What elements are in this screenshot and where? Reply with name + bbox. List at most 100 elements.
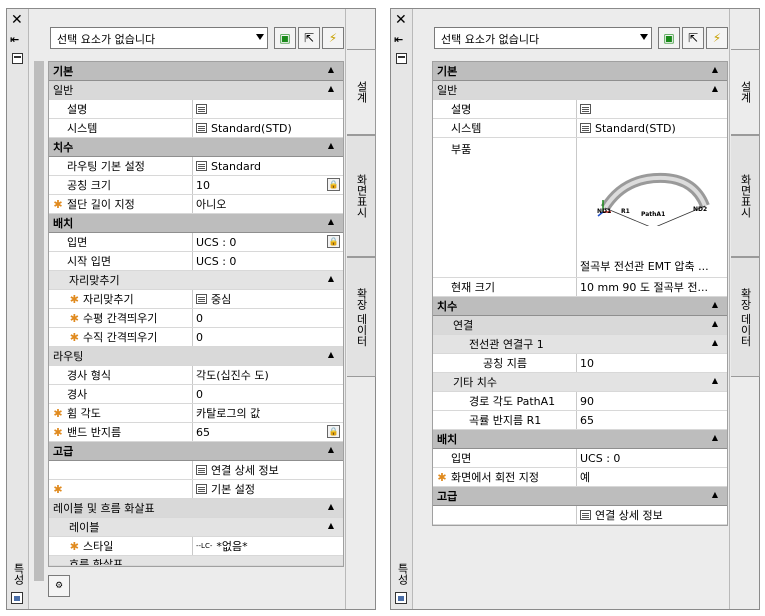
property-value[interactable]: 0 — [193, 331, 343, 344]
property-value[interactable]: Standard — [193, 160, 343, 173]
tab-design[interactable]: 설계 — [731, 49, 760, 135]
property-row[interactable]: 시스템 Standard(STD) — [433, 119, 727, 138]
property-row[interactable]: ✱ 수직 간격띄우기 0 — [49, 328, 343, 347]
category-placement[interactable]: 배치 ▲ — [49, 214, 343, 233]
property-value[interactable]: 10 — [193, 179, 343, 192]
tab-design[interactable]: 설계 — [347, 49, 376, 135]
select-objects-button[interactable]: ▣ — [658, 27, 680, 49]
palette-titlebar[interactable]: ✕ ⇤ 특성 — [391, 9, 413, 609]
pick-button[interactable]: ⇱ — [298, 27, 320, 49]
property-row[interactable]: ✱ 수평 간격띄우기 0 — [49, 309, 343, 328]
property-row[interactable]: ✱ 스타일 --LC- *없음* — [49, 537, 343, 556]
property-value[interactable]: 중심 — [193, 291, 343, 307]
collapse-icon[interactable]: ▲ — [712, 376, 718, 385]
property-row[interactable]: 입면 UCS : 0 🔒 — [49, 233, 343, 252]
property-value[interactable]: Standard(STD) — [193, 122, 343, 135]
property-row[interactable]: 연결 상세 정보 — [433, 506, 727, 525]
subcategory-labels-flow[interactable]: 레이블 및 흐름 화살표 ▲ — [49, 499, 343, 518]
property-value[interactable]: 아니오 — [193, 196, 343, 212]
property-row[interactable]: ✱ 절단 길이 지정 아니오 — [49, 195, 343, 214]
property-row[interactable]: 공칭 지름 10 — [433, 354, 727, 373]
collapse-icon[interactable]: ▲ — [712, 300, 718, 309]
category-basic[interactable]: 기본 ▲ — [433, 62, 727, 81]
collapse-icon[interactable]: ▲ — [328, 350, 334, 359]
subcategory-justify[interactable]: 자리맞추기 ▲ — [49, 271, 343, 290]
close-icon[interactable]: ✕ — [11, 13, 23, 27]
tab-display[interactable]: 화면표시 — [731, 135, 760, 257]
property-value[interactable]: 각도(십진수 도) — [193, 367, 343, 383]
subcategory-labels[interactable]: 레이블 ▲ — [49, 518, 343, 537]
property-row[interactable]: 설명 — [49, 100, 343, 119]
collapse-icon[interactable]: ▲ — [328, 274, 334, 283]
property-row[interactable]: ✱ 화면에서 회전 지정 예 — [433, 468, 727, 487]
property-value[interactable]: 연결 상세 정보 — [577, 507, 727, 523]
table-icon[interactable] — [196, 104, 207, 114]
part-preview-row[interactable]: 부품 ND1 R1 PathA1 ND2 절곡부 전선관 EMT 압축 ... — [433, 138, 727, 278]
subcategory-routing[interactable]: 라우팅 ▲ — [49, 347, 343, 366]
collapse-icon[interactable]: ▲ — [328, 65, 334, 74]
property-value[interactable]: 10 — [577, 357, 727, 370]
menu-icon[interactable] — [396, 53, 407, 64]
property-value[interactable]: 예 — [577, 469, 727, 485]
property-row[interactable]: 공칭 크기 10 🔒 — [49, 176, 343, 195]
property-value[interactable]: 0 — [193, 388, 343, 401]
subcategory-general[interactable]: 일반 ▲ — [49, 81, 343, 100]
property-row[interactable]: ✱ 휨 각도 카탈로그의 값 — [49, 404, 343, 423]
table-icon[interactable] — [196, 484, 207, 494]
subcategory-connection[interactable]: 연결 ▲ — [433, 316, 727, 335]
collapse-icon[interactable]: ▲ — [328, 141, 334, 150]
close-icon[interactable]: ✕ — [395, 13, 407, 27]
menu-icon[interactable] — [12, 53, 23, 64]
category-basic[interactable]: 기본 ▲ — [49, 62, 343, 81]
property-row[interactable]: 연결 상세 정보 — [49, 461, 343, 480]
property-row[interactable]: 입면 UCS : 0 — [433, 449, 727, 468]
table-icon[interactable] — [580, 104, 591, 114]
pick-button[interactable]: ⇱ — [682, 27, 704, 49]
property-row[interactable]: 경사 0 — [49, 385, 343, 404]
collapse-icon[interactable]: ▲ — [712, 490, 718, 499]
lock-icon[interactable]: 🔒 — [327, 235, 340, 248]
tab-extended-data[interactable]: 확장 데이터 — [347, 257, 376, 377]
subcategory-other-dims[interactable]: 기타 치수 ▲ — [433, 373, 727, 392]
collapse-icon[interactable]: ▲ — [328, 84, 334, 93]
palette-titlebar[interactable]: ✕ ⇤ 특성 — [7, 9, 29, 609]
dock-icon[interactable]: ⇤ — [394, 33, 403, 46]
collapse-icon[interactable]: ▲ — [712, 65, 718, 74]
property-value[interactable]: 연결 상세 정보 — [193, 462, 343, 478]
quick-select-button[interactable]: ⚡ — [706, 27, 728, 49]
collapse-icon[interactable]: ▲ — [712, 338, 718, 347]
table-icon[interactable] — [580, 510, 591, 520]
lock-icon[interactable]: 🔒 — [327, 178, 340, 191]
property-row[interactable]: 설명 — [433, 100, 727, 119]
property-value[interactable]: Standard(STD) — [577, 122, 727, 135]
property-value[interactable]: 65 — [577, 414, 727, 427]
property-value[interactable]: 10 mm 90 도 절곡부 전... — [577, 279, 727, 295]
collapse-icon[interactable]: ▲ — [328, 445, 334, 454]
tab-display[interactable]: 화면표시 — [347, 135, 376, 257]
quick-select-button[interactable]: ⚡ — [322, 27, 344, 49]
collapse-icon[interactable]: ▲ — [328, 217, 334, 226]
property-row[interactable]: 시스템 Standard(STD) — [49, 119, 343, 138]
property-value[interactable] — [193, 104, 343, 114]
property-value[interactable]: --LC- *없음* — [193, 538, 343, 554]
lock-icon[interactable]: 🔒 — [327, 425, 340, 438]
property-row[interactable]: 경사 형식 각도(십진수 도) — [49, 366, 343, 385]
category-dimensions[interactable]: 치수 ▲ — [49, 138, 343, 157]
property-value[interactable]: UCS : 0 — [193, 236, 343, 249]
property-row[interactable]: 경로 각도 PathA1 90 — [433, 392, 727, 411]
collapse-icon[interactable]: ▲ — [712, 84, 718, 93]
property-value[interactable]: UCS : 0 — [193, 255, 343, 268]
property-row[interactable]: ✱ 밴드 반지름 65 🔒 — [49, 423, 343, 442]
tab-extended-data[interactable]: 확장 데이터 — [731, 257, 760, 377]
subcategory-general[interactable]: 일반 ▲ — [433, 81, 727, 100]
category-advanced[interactable]: 고급 ▲ — [433, 487, 727, 506]
table-icon[interactable] — [196, 465, 207, 475]
collapse-icon[interactable]: ▲ — [328, 502, 334, 511]
property-value[interactable] — [577, 104, 727, 114]
category-placement[interactable]: 배치 ▲ — [433, 430, 727, 449]
property-row[interactable]: ✱ 자리맞추기 중심 — [49, 290, 343, 309]
property-row[interactable]: 라우팅 기본 설정 Standard — [49, 157, 343, 176]
subcategory-flow[interactable]: 흐름 화살표 — [49, 556, 343, 566]
settings-button[interactable]: ⚙ — [48, 575, 70, 597]
selection-dropdown[interactable]: 선택 요소가 없습니다 — [50, 27, 268, 49]
